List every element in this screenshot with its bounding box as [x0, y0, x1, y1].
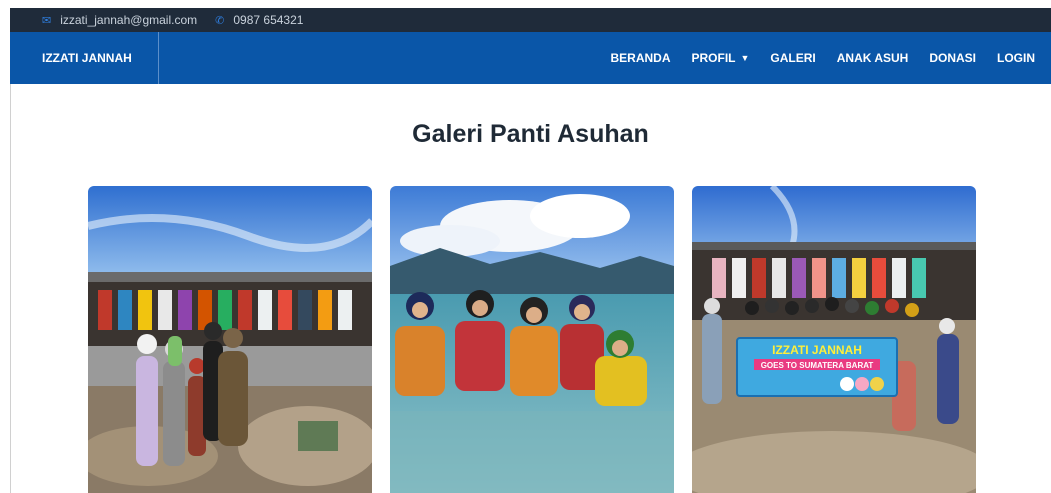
nav-item-donasi[interactable]: DONASI: [929, 51, 976, 65]
contact-bar: ✉ izzati_jannah@gmail.com ✆ 0987 654321: [10, 8, 1051, 32]
email-text: izzati_jannah@gmail.com: [60, 13, 198, 27]
contact-phone[interactable]: ✆ 0987 654321: [215, 13, 303, 27]
nav-item-beranda[interactable]: BERANDA: [611, 51, 671, 65]
nav-menu: BERANDA PROFIL ▼ GALERI ANAK ASUH DONASI…: [590, 51, 1051, 65]
nav-item-profil-label: PROFIL: [691, 51, 736, 65]
banner-title: IZZATI JANNAH: [772, 343, 862, 357]
phone-icon: ✆: [215, 14, 225, 27]
phone-text: 0987 654321: [233, 13, 304, 27]
gallery-photo-2[interactable]: [390, 186, 674, 493]
nav-item-profil[interactable]: PROFIL ▼: [692, 51, 750, 65]
page-title: Galeri Panti Asuhan: [412, 120, 649, 148]
main-navbar: IZZATI JANNAH BERANDA PROFIL ▼ GALERI AN…: [10, 32, 1051, 84]
nav-item-galeri[interactable]: GALERI: [770, 51, 815, 65]
gallery-photo-1[interactable]: [88, 186, 372, 493]
brand-logo[interactable]: IZZATI JANNAH: [10, 32, 159, 84]
nav-item-login[interactable]: LOGIN: [997, 51, 1035, 65]
chevron-down-icon: ▼: [740, 53, 750, 63]
gallery-photo-3[interactable]: IZZATI JANNAH GOES TO SUMATERA BARAT: [692, 186, 976, 493]
banner-subtitle: GOES TO SUMATERA BARAT: [761, 361, 874, 370]
nav-item-anak-asuh[interactable]: ANAK ASUH: [837, 51, 909, 65]
contact-email[interactable]: ✉ izzati_jannah@gmail.com: [42, 13, 197, 27]
envelope-icon: ✉: [42, 14, 52, 27]
